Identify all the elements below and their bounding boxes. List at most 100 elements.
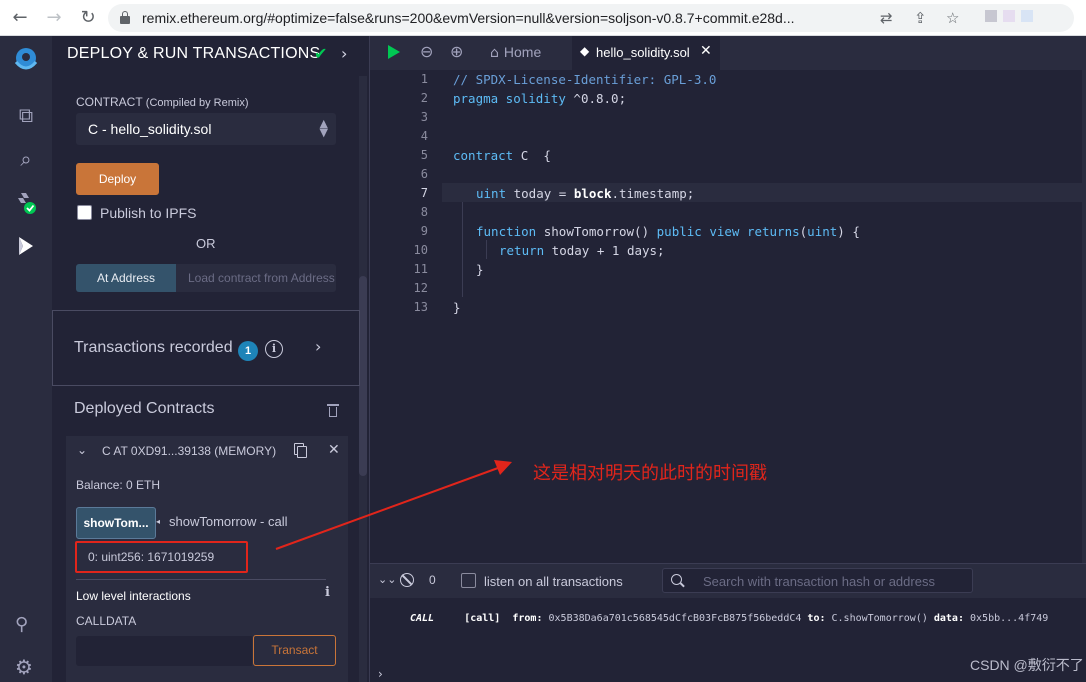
listen-all-checkbox[interactable]: [461, 573, 476, 588]
code-line-2[interactable]: pragma solidity ^0.8.0;: [453, 89, 626, 108]
chevron-right-icon[interactable]: ›: [341, 44, 347, 63]
info-icon[interactable]: i: [265, 340, 283, 358]
keyword-token: function: [476, 224, 537, 239]
listen-all-label: listen on all transactions: [484, 574, 623, 589]
terminal-prompt-icon[interactable]: ›: [378, 667, 383, 681]
terminal-toolbar: ⌄⌄ 0 listen on all transactions Search w…: [370, 564, 1086, 598]
remix-logo-icon[interactable]: [10, 44, 42, 76]
line-number: 5: [420, 148, 428, 162]
clear-console-icon[interactable]: [400, 573, 414, 587]
trash-icon[interactable]: [327, 404, 339, 418]
code-line-5[interactable]: contract C {: [453, 146, 551, 165]
tab-file-label: hello_solidity.sol: [596, 45, 690, 60]
line-number: 10: [413, 243, 428, 257]
keyword-token: uint: [476, 186, 507, 201]
close-icon[interactable]: ✕: [328, 442, 340, 458]
scrollbar-thumb[interactable]: [359, 276, 367, 476]
or-separator: OR: [196, 236, 216, 251]
line-number: 4: [420, 129, 428, 143]
code-line-1[interactable]: // SPDX-License-Identifier: GPL-3.0: [453, 70, 716, 89]
calldata-label: CALLDATA: [76, 614, 137, 628]
log-data-value: 0x5bb...4f749: [970, 613, 1049, 624]
deploy-button[interactable]: Deploy: [76, 163, 159, 195]
log-tag: [call]: [464, 613, 501, 624]
code-token: }: [453, 300, 461, 315]
at-address-input[interactable]: Load contract from Address: [176, 264, 336, 292]
bookmark-star-icon[interactable]: ☆: [946, 9, 959, 27]
code-token: .timestamp;: [611, 186, 695, 201]
calldata-input[interactable]: [76, 636, 252, 666]
contract-select-value: C - hello_solidity.sol: [88, 121, 212, 137]
caret-left-icon: ◂: [156, 517, 161, 526]
deployed-contracts-label: Deployed Contracts: [74, 400, 215, 417]
indent-guide: [462, 202, 463, 297]
extension-icon[interactable]: [1003, 10, 1015, 22]
function-label: showTomorrow - call: [169, 514, 288, 529]
share-icon[interactable]: ⇪: [914, 9, 927, 27]
keyword-token: pragma solidity: [453, 91, 566, 106]
tab-hello-solidity[interactable]: ◆ hello_solidity.sol ✕: [572, 36, 720, 70]
url-text[interactable]: remix.ethereum.org/#optimize=false&runs=…: [142, 10, 872, 26]
solidity-compiler-icon[interactable]: [13, 190, 39, 216]
contract-select[interactable]: C - hello_solidity.sol ▲ ▼: [76, 113, 336, 145]
reload-icon[interactable]: ↻: [78, 8, 98, 28]
plugin-manager-icon[interactable]: ⚲: [15, 614, 28, 635]
close-icon[interactable]: ✕: [700, 43, 712, 59]
editor-scrollbar[interactable]: [1082, 70, 1086, 563]
line-number: 9: [420, 224, 428, 238]
watermark: CSDN @敷衍不了: [970, 657, 1084, 673]
check-icon: ✔: [314, 44, 328, 63]
copy-icon[interactable]: [294, 443, 307, 458]
terminal-log-entry[interactable]: CALL [call] from: 0x5B38Da6a701c568545dC…: [410, 613, 1086, 624]
indent-guide: [486, 240, 487, 259]
contract-label-text: CONTRACT: [76, 95, 143, 109]
info-icon[interactable]: i: [325, 585, 330, 600]
line-number: 7: [420, 186, 428, 200]
line-number: 12: [413, 281, 428, 295]
address-bar[interactable]: remix.ethereum.org/#optimize=false&runs=…: [108, 4, 1074, 32]
home-icon: ⌂: [490, 45, 499, 61]
translate-icon[interactable]: ⇄: [880, 9, 893, 27]
chevron-right-icon[interactable]: ›: [315, 337, 321, 356]
chevron-down-icon[interactable]: ⌄⌄: [378, 573, 396, 586]
code-line-10[interactable]: return today + 1 days;: [499, 241, 665, 260]
forward-icon[interactable]: →: [44, 8, 64, 28]
panel-scrollbar[interactable]: [359, 76, 367, 682]
extension-icon[interactable]: [1021, 10, 1033, 22]
settings-gear-icon[interactable]: ⚙: [15, 655, 33, 679]
log-to-label: to:: [807, 613, 826, 624]
tab-home[interactable]: ⌂ Home: [482, 36, 549, 70]
code-token: C {: [513, 148, 551, 163]
log-to-value: C.showTomorrow(): [831, 613, 928, 624]
zoom-out-icon[interactable]: ⊖: [420, 42, 433, 61]
terminal-search-input[interactable]: Search with transaction hash or address: [662, 568, 973, 593]
transactions-recorded-card[interactable]: Transactions recorded 1 i ›: [52, 310, 360, 386]
extension-icon[interactable]: [985, 10, 997, 22]
code-token: showTomorrow(): [536, 224, 657, 239]
lock-icon[interactable]: [120, 11, 130, 24]
zoom-in-icon[interactable]: ⊕: [450, 42, 463, 61]
code-token: today =: [506, 186, 574, 201]
search-icon[interactable]: ⌕: [13, 146, 39, 172]
code-line-13[interactable]: }: [453, 298, 461, 317]
contract-label: CONTRACT (Compiled by Remix): [76, 95, 249, 109]
code-line-9[interactable]: function showTomorrow() public view retu…: [476, 222, 860, 241]
at-address-button[interactable]: At Address: [76, 264, 176, 292]
back-icon[interactable]: ←: [10, 8, 30, 28]
transactions-recorded-label: Transactions recorded: [74, 339, 233, 356]
pending-tx-count: 0: [429, 573, 436, 587]
code-line-11[interactable]: }: [476, 260, 484, 279]
run-script-icon[interactable]: [388, 45, 400, 59]
show-tomorrow-button[interactable]: showTom...: [76, 507, 156, 539]
code-line-7[interactable]: uint today = block.timestamp;: [476, 184, 694, 203]
line-number: 6: [420, 167, 428, 181]
log-data-label: data:: [933, 613, 964, 624]
divider: [76, 579, 326, 580]
transact-button[interactable]: Transact: [253, 635, 336, 666]
file-explorer-icon[interactable]: ⧉: [13, 102, 39, 128]
deploy-run-icon[interactable]: [13, 234, 39, 260]
publish-ipfs-checkbox[interactable]: [77, 205, 92, 220]
line-number: 3: [420, 110, 428, 124]
chevron-down-icon[interactable]: ⌄: [77, 443, 87, 457]
annotation-text: 这是相对明天的此时的时间戳: [533, 463, 767, 483]
